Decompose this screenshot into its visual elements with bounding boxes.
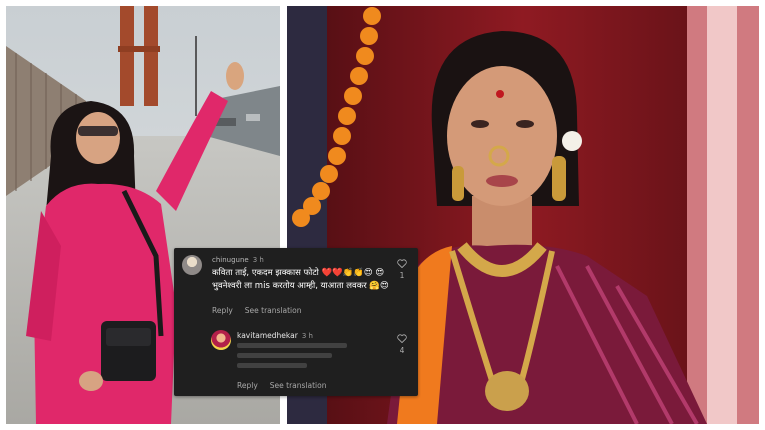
comment-1-see-translation-button[interactable]: See translation <box>245 306 302 315</box>
comment-2-header: kavitamedhekar 3 h <box>237 331 313 340</box>
comment-2-actions: Reply See translation <box>237 381 338 390</box>
comment-2-username[interactable]: kavitamedhekar <box>237 331 298 340</box>
comment-2-blurred-text <box>237 343 357 373</box>
comment-1-reply-button[interactable]: Reply <box>212 306 233 315</box>
heart-outline-icon[interactable] <box>397 259 407 268</box>
comment-1-actions: Reply See translation <box>212 306 313 315</box>
comment-2-see-translation-button[interactable]: See translation <box>270 381 327 390</box>
comment-1-text: कविता ताई, एकदम झक्कास फोटो ❤️❤️👏👏😍 😍 भु… <box>212 268 389 291</box>
comment-2-like-count: 4 <box>399 346 405 355</box>
comment-1-username[interactable]: chinugune <box>212 256 249 264</box>
heart-outline-icon[interactable] <box>397 334 407 343</box>
comment-1-time: 3 h <box>252 256 264 264</box>
comment-1-like-count: 1 <box>399 271 405 280</box>
comment-2-time: 3 h <box>301 332 313 340</box>
commenter-avatar[interactable] <box>182 255 202 275</box>
comment-2-reply-button[interactable]: Reply <box>237 381 258 390</box>
instagram-comment-card: chinugune 3 h कविता ताई, एकदम झक्कास फोटो… <box>174 248 418 396</box>
comment-1-header: chinugune 3 h <box>212 256 264 264</box>
replier-avatar[interactable] <box>211 330 231 350</box>
